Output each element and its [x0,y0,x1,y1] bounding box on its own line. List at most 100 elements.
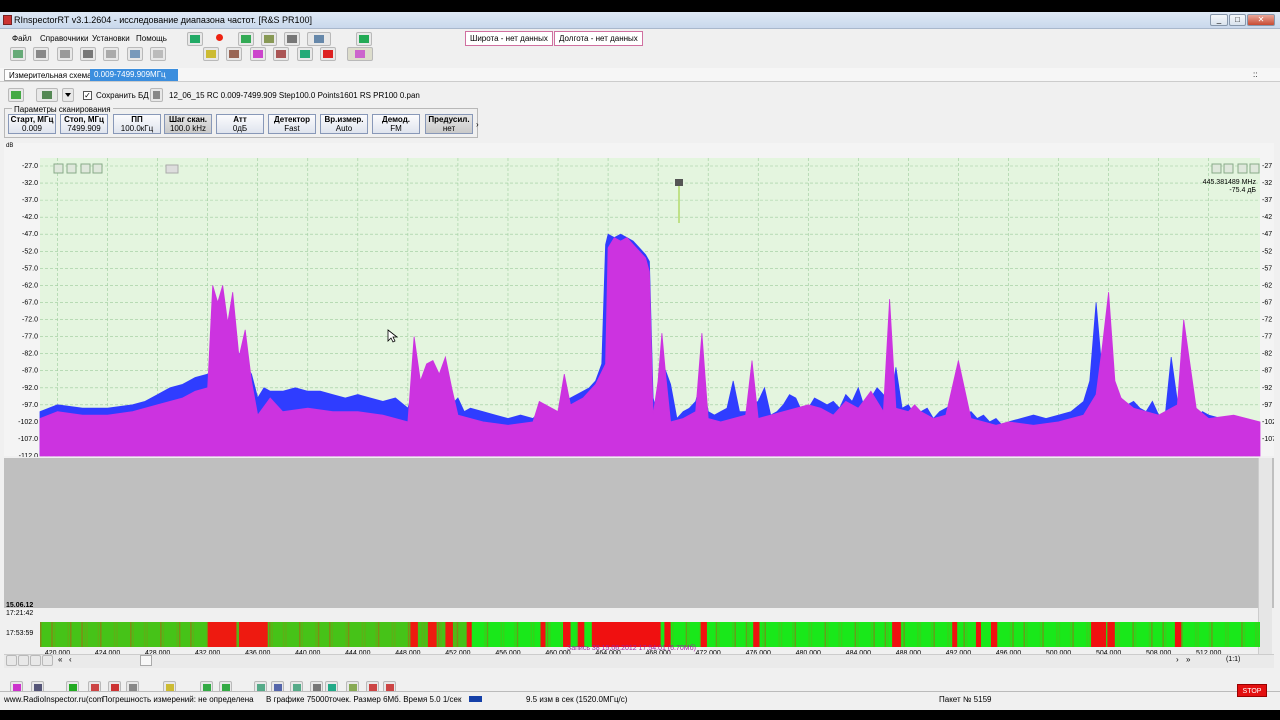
menu-help[interactable]: Помощь [136,34,167,43]
waterfall-speckle [792,622,794,647]
tool-folder-button[interactable] [203,47,219,61]
scan-param-4[interactable]: Атт 0дБ [216,114,264,134]
nav-row [4,654,1274,668]
tool-save-button[interactable] [297,47,313,61]
tab-range[interactable]: 0.009-7499.909МГц [90,69,178,81]
params-more-icon[interactable]: › [476,120,479,129]
chart-scroll-thumb[interactable] [165,164,179,174]
tool-link-button[interactable] [284,32,300,46]
scan-param-0[interactable]: Старт, МГц 0.009 [8,114,56,134]
zoom-in-icon[interactable] [53,163,64,174]
tool-spectrum-button[interactable] [238,32,254,46]
tab-measurement-scheme[interactable]: Измерительная схема [4,69,97,81]
tool-excel-button[interactable] [356,32,372,46]
nav-back-icon[interactable]: ‹ [69,655,72,664]
nav-prev-icon[interactable]: « [58,655,62,664]
chart-icon [253,50,263,58]
tool-image-button[interactable] [127,47,143,61]
waterfall-speckle [1042,622,1044,647]
nav-prev-icon[interactable] [92,163,103,174]
tool-table-button[interactable] [33,47,49,61]
tool-settings-dropdown[interactable] [307,32,331,46]
scan-param-3[interactable]: Шаг скан. 100.0 kHz [164,114,212,134]
table-icon [36,50,46,58]
tool-filter-button[interactable] [226,47,242,61]
tool-book-button[interactable] [273,47,289,61]
tool-play-button[interactable] [187,32,203,46]
tabs-menu[interactable]: :: [1253,70,1257,79]
waterfall-speckle [1208,622,1211,647]
device-dropdown[interactable] [62,88,74,102]
tool-grid-button[interactable] [80,47,96,61]
tool-print-button[interactable] [150,88,163,102]
scan-param-value: 100.0кГц [120,124,154,133]
waterfall-speckle [933,622,935,647]
tool-icon [273,684,282,691]
nav-next-icon[interactable] [1211,163,1222,174]
menu-settings[interactable]: Установки [92,34,130,43]
scan-param-6[interactable]: Вр.измер. Auto [320,114,368,134]
tool-icon [312,684,321,691]
y-tick-label-right: -47 [1262,231,1272,238]
scan-param-2[interactable]: ПП 100.0кГц [113,114,161,134]
tool-doc-button[interactable] [57,47,73,61]
close-button[interactable]: ✕ [1247,14,1275,26]
waterfall-speckle [900,622,903,647]
spectrum-chart[interactable]: -27.0 -32.0 -37.0 -42.0 -47.0 -52.0 -57.0 -62.0… [4,147,1274,457]
tool-signal-button[interactable] [150,47,166,61]
waterfall-speckle [1162,622,1164,647]
scan-icon [11,91,21,99]
chart-option-icon[interactable] [1237,163,1248,174]
y-tick-label-right: -92 [1262,385,1272,392]
waterfall-speckle [685,622,688,647]
waterfall-speckle [840,622,843,647]
tool-list-button[interactable] [103,47,119,61]
waterfall-speckle [1181,622,1183,647]
nav-last-icon[interactable] [1223,163,1234,174]
status-site[interactable]: www.RadioInspector.ru(com [4,694,104,706]
wave-icon [355,50,365,58]
tool-delete-button[interactable] [320,47,336,61]
waterfall-speckle [1058,622,1061,647]
waterfall-speckle [731,622,734,647]
nav-select-button[interactable] [18,655,29,666]
file-name: 12_06_15 RC 0.009-7499.909 Step100.0 Poi… [169,91,420,100]
scan-param-8[interactable]: Предусил. нет [425,114,473,134]
tool-chart-button[interactable] [250,47,266,61]
export-icon [264,35,274,43]
menu-file[interactable]: Файл [12,34,32,43]
menu-reference[interactable]: Справочники [40,34,88,43]
tool-antenna-button[interactable] [10,47,26,61]
save-db-checkbox[interactable]: ✓ [83,91,92,100]
tool-export-button[interactable] [261,32,277,46]
play-icon [190,35,200,43]
nav-scroll-thumb[interactable] [140,655,152,666]
nav-first-icon[interactable] [80,163,91,174]
zoom-in-icon[interactable] [30,655,41,666]
minimize-button[interactable]: _ [1210,14,1228,26]
tool-record-button[interactable] [211,32,227,46]
scan-param-5[interactable]: Детектор Fast [268,114,316,134]
nav-next-icon[interactable]: › [1176,655,1179,664]
chart-close-icon[interactable] [1249,163,1260,174]
marker-flag [675,179,683,186]
maximize-button[interactable]: □ [1229,14,1246,26]
nav-end-icon[interactable]: » [1186,655,1190,664]
device-icon [42,91,52,99]
tool-wave-button[interactable] [347,47,373,61]
scan-param-7[interactable]: Демод. FM [372,114,420,134]
zoom-out-icon[interactable] [66,163,77,174]
nav-fit-button[interactable] [6,655,17,666]
waterfall-speckle [500,622,502,647]
y-tick-label: -112.0 [19,453,38,457]
zoom-out-icon[interactable] [42,655,53,666]
tool-scan-button[interactable] [8,88,24,102]
waterfall-speckle [1254,622,1257,647]
scan-param-1[interactable]: Стоп, МГц 7499.909 [60,114,108,134]
waterfall-speckle [1012,622,1014,647]
scan-param-value: 100.0 kHz [169,124,207,133]
waterfall-band [563,622,571,647]
tool-device-button[interactable] [36,88,58,102]
waterfall-speckle [748,622,750,647]
stop-button[interactable]: STOP [1237,684,1267,697]
